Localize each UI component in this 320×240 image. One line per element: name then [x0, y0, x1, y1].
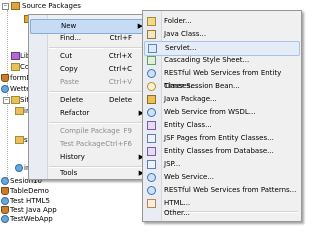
- java-project-icon: [1, 74, 9, 82]
- web-service-icon: [147, 186, 156, 195]
- project-label: TestWebApp: [10, 215, 53, 223]
- jsp-icon: [147, 160, 156, 169]
- menu-item-compile-package[interactable]: Compile Package F9: [30, 125, 148, 138]
- menu-item-shortcut: Ctrl+X: [108, 52, 132, 60]
- jsf-icon: [147, 134, 156, 143]
- menu-item-shortcut: Delete: [109, 96, 132, 104]
- html5-project-icon: [1, 197, 9, 205]
- libraries-icon: [11, 52, 20, 60]
- menu-item-label: Compile Package: [60, 127, 120, 135]
- web-project-icon: [1, 85, 9, 93]
- menu-item-copy[interactable]: Copy Ctrl+C: [30, 63, 148, 76]
- menu-item-find[interactable]: Find... Ctrl+F: [30, 32, 148, 45]
- submenu-item-java-package[interactable]: Java Package...: [144, 93, 300, 106]
- submenu-item-ws-from-wsdl[interactable]: Web Service from WSDL...: [144, 106, 300, 119]
- submenu-item-css[interactable]: Cascading Style Sheet...: [144, 54, 300, 67]
- submenu-item-label: RESTful Web Services from Patterns...: [164, 186, 297, 194]
- entity-icon: [147, 121, 156, 130]
- menu-item-label: Tools: [60, 169, 78, 177]
- web-project-icon: [1, 215, 9, 223]
- folder-icon: [15, 107, 24, 115]
- new-submenu: Folder... Java Class... Servlet... Casca…: [142, 10, 302, 222]
- submenu-item-entity-class[interactable]: Entity Class...: [144, 119, 300, 132]
- submenu-item-label: Cascading Style Sheet...: [164, 56, 250, 64]
- menu-item-cut[interactable]: Cut Ctrl+X: [30, 50, 148, 63]
- menu-item-history[interactable]: History ▶: [30, 151, 148, 164]
- web-service-icon: [147, 108, 156, 117]
- menu-item-tools[interactable]: Tools ▶: [30, 167, 148, 180]
- menu-item-paste[interactable]: Paste Ctrl+V: [30, 76, 148, 89]
- submenu-item-label: Entity Class...: [164, 121, 212, 129]
- menu-item-shortcut: Ctrl+F: [109, 34, 132, 42]
- submenu-item-timer-session-bean[interactable]: Timer Session Bean...: [144, 80, 300, 93]
- project-label: TableDemo: [10, 187, 49, 195]
- menu-item-label: Cut: [60, 52, 73, 60]
- menu-item-label: Paste: [60, 78, 79, 86]
- web-service-icon: [147, 69, 156, 78]
- menu-item-shortcut: Ctrl+V: [108, 78, 132, 86]
- submenu-item-entity-from-db[interactable]: Entity Classes from Database...: [144, 145, 300, 158]
- menu-item-label: History: [60, 153, 85, 161]
- menu-item-label: Delete: [60, 96, 83, 104]
- menu-separator: [49, 122, 146, 124]
- submenu-item-folder[interactable]: Folder...: [144, 15, 300, 28]
- java-class-icon: [147, 30, 156, 39]
- folder-icon: [15, 136, 24, 144]
- submenu-item-label: Folder...: [164, 17, 192, 25]
- menu-item-test-package[interactable]: Test Package Ctrl+F6: [30, 138, 148, 151]
- menu-item-label: Find...: [60, 34, 82, 42]
- submenu-item-jsf-pages[interactable]: JSF Pages from Entity Classes...: [144, 132, 300, 145]
- submenu-item-label: Java Package...: [164, 95, 217, 103]
- package-icon: [147, 95, 156, 104]
- collapse-toggle-icon[interactable]: −: [2, 3, 9, 10]
- web-project-icon: [1, 177, 9, 185]
- submenu-item-label: JSP...: [164, 160, 181, 168]
- folder-icon: [11, 96, 20, 104]
- submenu-item-other[interactable]: Other...: [144, 207, 300, 219]
- css-icon: [147, 56, 156, 65]
- menu-item-label: Copy: [60, 65, 78, 73]
- web-service-icon: [147, 173, 156, 182]
- context-menu: New ▶ Find... Ctrl+F Cut Ctrl+X Copy Ctr…: [28, 14, 150, 180]
- submenu-item-label: Java Class...: [164, 30, 207, 38]
- submenu-item-jsp[interactable]: JSP...: [144, 158, 300, 171]
- java-project-icon: [1, 206, 9, 214]
- tree-node-label: Source Packages: [22, 2, 81, 10]
- menu-item-refactor[interactable]: Refactor ▶: [30, 107, 148, 120]
- submenu-item-label: Other...: [164, 209, 190, 217]
- folder-icon: [147, 17, 156, 26]
- servlet-icon: [148, 44, 157, 53]
- submenu-item-label: Web Service...: [164, 173, 215, 181]
- menu-item-shortcut: Ctrl+F6: [105, 140, 132, 148]
- java-project-icon: [1, 187, 9, 195]
- submenu-item-label: Entity Classes from Database...: [164, 147, 274, 155]
- submenu-item-web-service[interactable]: Web Service...: [144, 171, 300, 184]
- collapse-toggle-icon[interactable]: −: [3, 97, 10, 104]
- source-packages-icon: [11, 2, 20, 10]
- timer-icon: [147, 82, 156, 91]
- html-file-icon: [15, 164, 23, 172]
- submenu-item-restful-from-patterns[interactable]: RESTful Web Services from Patterns...: [144, 184, 300, 197]
- menu-item-shortcut: F9: [123, 127, 132, 135]
- menu-item-label: Test Package: [60, 140, 106, 148]
- folder-icon: [11, 63, 20, 71]
- submenu-item-label: Web Service from WSDL...: [164, 108, 256, 116]
- submenu-item-restful-from-entity[interactable]: RESTful Web Services from Entity Classes…: [144, 67, 300, 90]
- submenu-item-java-class[interactable]: Java Class...: [144, 28, 300, 41]
- menu-separator: [49, 91, 146, 93]
- entity-icon: [147, 147, 156, 156]
- submenu-item-label: Timer Session Bean...: [164, 82, 240, 90]
- submenu-item-label: JSF Pages from Entity Classes...: [164, 134, 274, 142]
- menu-item-shortcut: Ctrl+C: [108, 65, 132, 73]
- menu-item-label: Refactor: [60, 109, 90, 117]
- menu-item-delete[interactable]: Delete Delete: [30, 94, 148, 107]
- menu-separator: [49, 47, 146, 49]
